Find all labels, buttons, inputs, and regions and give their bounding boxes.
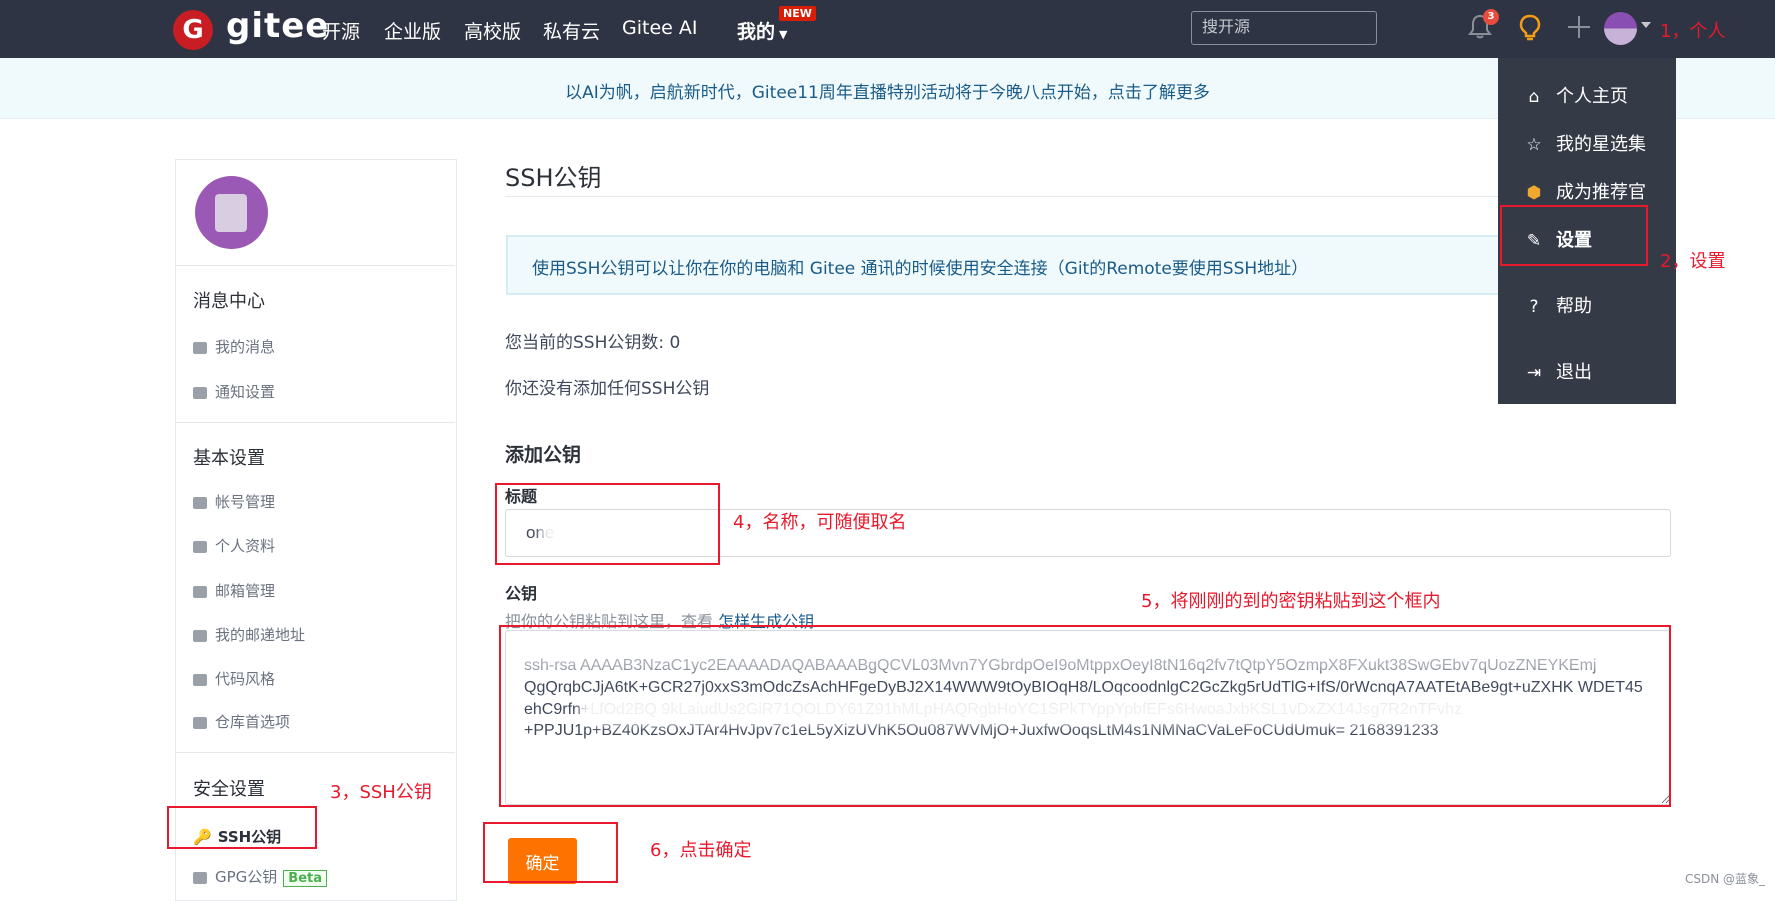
sidebar-section-messages: 消息中心	[193, 291, 265, 312]
annotation-box-ssh	[167, 806, 317, 849]
annotation-box-settings	[1500, 205, 1648, 266]
sidebar-item-label: 仓库首选项	[215, 713, 291, 731]
brush-icon	[193, 673, 207, 686]
home-icon: ⌂	[1528, 87, 1540, 107]
nav-link-mine[interactable]: 我的 ▼	[737, 17, 787, 44]
sidebar-item-label: 代码风格	[215, 670, 276, 688]
sidebar-divider	[176, 265, 455, 266]
menu-item-referral[interactable]: ⬢ 成为推荐官	[1524, 178, 1646, 204]
plus-icon[interactable]	[1566, 14, 1592, 40]
annotation-2: 2，设置	[1660, 251, 1726, 272]
sidebar-item-label: 个人资料	[215, 537, 276, 555]
nav-link-education[interactable]: 高校版	[464, 17, 521, 44]
bell-icon	[193, 341, 207, 354]
gitee-logo-text[interactable]: gitee	[226, 6, 329, 46]
sidebar-item-label: GPG公钥	[215, 868, 278, 886]
key-label: 公钥	[505, 584, 538, 603]
sidebar-item-email[interactable]: 邮箱管理	[193, 580, 275, 601]
sidebar-item-label: 邮箱管理	[215, 582, 276, 600]
menu-item-help[interactable]: ? 帮助	[1524, 292, 1592, 318]
ssh-key-count: 您当前的SSH公钥数: 0	[505, 333, 681, 353]
menu-item-homepage[interactable]: ⌂ 个人主页	[1524, 82, 1628, 108]
sidebar-item-label: 我的消息	[215, 338, 276, 356]
logout-icon: ⇥	[1526, 363, 1542, 383]
sidebar-item-profile[interactable]: 个人资料	[193, 535, 275, 556]
sidebar-divider	[176, 422, 455, 423]
sidebar-item-mail-address[interactable]: 我的邮递地址	[193, 624, 305, 645]
menu-item-label: 我的星选集	[1556, 134, 1646, 155]
sidebar-item-notify-settings[interactable]: 通知设置	[193, 381, 275, 402]
sidebar-item-gpg-keys[interactable]: GPG公钥 Beta	[193, 866, 328, 887]
annotation-box-title	[495, 483, 720, 565]
annotation-box-confirm	[483, 822, 618, 883]
page-title: SSH公钥	[505, 164, 602, 192]
annotation-6: 6，点击确定	[650, 840, 752, 861]
menu-item-label: 成为推荐官	[1556, 182, 1646, 203]
lightbulb-icon[interactable]	[1518, 14, 1542, 42]
sidebar-section-security: 安全设置	[193, 779, 265, 800]
nav-link-mine-label: 我的	[737, 21, 776, 43]
title-divider	[505, 196, 1585, 197]
search-input[interactable]	[1191, 11, 1377, 45]
sidebar-item-label: 我的邮递地址	[215, 626, 306, 644]
gitee-logo-icon[interactable]: G	[173, 10, 213, 50]
notification-count-badge: 3	[1483, 9, 1499, 25]
id-card-icon	[193, 496, 207, 509]
nav-link-opensource[interactable]: 开源	[322, 17, 360, 44]
sidebar-section-basic: 基本设置	[193, 448, 265, 469]
annotation-5: 5，将刚刚的到的密钥粘贴到这个框内	[1141, 591, 1441, 612]
sidebar-divider	[176, 752, 455, 753]
nav-link-gitee-ai[interactable]: Gitee AI	[622, 17, 697, 39]
gitee-badge-icon: ⬢	[1526, 183, 1542, 203]
code-icon	[193, 716, 207, 729]
beta-badge: Beta	[283, 870, 328, 887]
user-icon	[193, 540, 207, 553]
info-text: 使用SSH公钥可以让你在你的电脑和 Gitee 通讯的时候使用安全连接（Git的…	[532, 259, 1309, 279]
star-icon: ☆	[1526, 135, 1542, 155]
nav-link-enterprise[interactable]: 企业版	[384, 17, 441, 44]
sidebar-item-code-style[interactable]: 代码风格	[193, 668, 275, 689]
sidebar-item-label: 通知设置	[215, 383, 276, 401]
sidebar-item-my-messages[interactable]: 我的消息	[193, 336, 275, 357]
chevron-down-icon: ▼	[779, 28, 788, 41]
lock-icon	[193, 871, 207, 884]
menu-item-label: 个人主页	[1556, 86, 1628, 107]
annotation-3: 3，SSH公钥	[330, 782, 432, 803]
address-card-icon	[193, 629, 207, 642]
add-key-heading: 添加公钥	[505, 444, 582, 466]
help-icon: ?	[1529, 297, 1539, 317]
sidebar-item-repo-prefs[interactable]: 仓库首选项	[193, 711, 290, 732]
annotation-4: 4，名称，可随便取名	[733, 512, 907, 533]
nav-link-private-cloud[interactable]: 私有云	[543, 17, 600, 44]
annotation-box-key	[499, 625, 1671, 807]
no-keys-message: 你还没有添加任何SSH公钥	[505, 379, 710, 399]
sidebar-avatar[interactable]	[195, 176, 268, 249]
annotation-1: 1，个人	[1660, 21, 1726, 42]
speaker-icon	[193, 386, 207, 399]
sidebar-item-label: 帐号管理	[215, 493, 276, 511]
menu-item-label: 退出	[1556, 362, 1592, 383]
envelope-icon	[193, 585, 207, 598]
watermark: CSDN @蓝象_	[1685, 872, 1766, 886]
user-avatar[interactable]	[1604, 12, 1637, 45]
menu-item-label: 帮助	[1556, 296, 1592, 317]
avatar-caret-icon[interactable]	[1641, 22, 1651, 28]
menu-item-logout[interactable]: ⇥ 退出	[1524, 358, 1592, 384]
menu-item-stars[interactable]: ☆ 我的星选集	[1524, 130, 1646, 156]
sidebar-item-account[interactable]: 帐号管理	[193, 491, 275, 512]
